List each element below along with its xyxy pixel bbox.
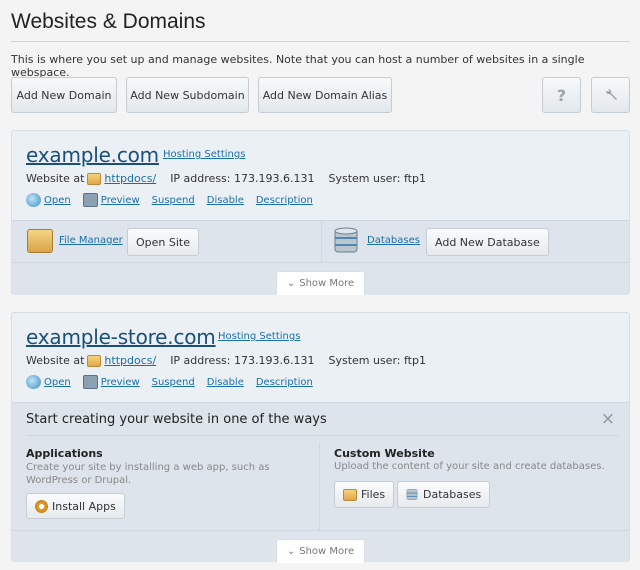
database-icon (334, 227, 358, 253)
preview-link[interactable]: Preview (101, 195, 140, 206)
add-subdomain-button[interactable]: Add New Subdomain (126, 77, 249, 113)
applications-heading: Applications (26, 447, 103, 460)
disable-link[interactable]: Disable (207, 377, 244, 388)
system-user: System user: ftp1 (328, 172, 426, 185)
show-more-bar: ⌄ Show More (12, 262, 629, 295)
settings-button[interactable] (591, 77, 630, 113)
database-icon (406, 489, 418, 500)
divider (319, 443, 320, 530)
databases-link[interactable]: Databases (367, 235, 420, 246)
chevron-down-icon: ⌄ (286, 546, 296, 557)
databases-button[interactable]: Databases (397, 481, 491, 508)
website-at-label: Website at (26, 172, 85, 185)
preview-link[interactable]: Preview (101, 377, 140, 388)
hosting-settings-link[interactable]: Hosting Settings (218, 331, 300, 342)
file-manager-icon (27, 229, 53, 253)
show-more-bar: ⌄ Show More (12, 530, 629, 563)
website-at-label: Website at (26, 354, 85, 367)
help-button[interactable]: ? (542, 77, 581, 113)
file-manager-link[interactable]: File Manager (59, 235, 123, 246)
open-site-button[interactable]: Open Site (127, 228, 199, 256)
open-link[interactable]: Open (44, 195, 71, 206)
open-globe-icon (26, 193, 41, 207)
custom-website-heading: Custom Website (334, 447, 435, 460)
open-link[interactable]: Open (44, 377, 71, 388)
domain-card: example.com Hosting Settings Website at … (11, 130, 630, 295)
open-globe-icon (26, 375, 41, 389)
docroot-link[interactable]: httpdocs/ (104, 354, 156, 367)
start-creating-panel: Start creating your website in one of th… (12, 402, 629, 530)
divider (321, 221, 322, 262)
show-more-label: Show More (299, 546, 355, 557)
databases-label: Databases (423, 488, 482, 501)
page-title: Websites & Domains (11, 10, 206, 33)
divider (11, 41, 630, 42)
add-database-button[interactable]: Add New Database (426, 228, 549, 256)
show-more-button[interactable]: ⌄ Show More (276, 539, 365, 563)
add-domain-alias-button[interactable]: Add New Domain Alias (258, 77, 392, 113)
chevron-down-icon: ⌄ (286, 278, 296, 289)
preview-icon (82, 375, 98, 389)
show-more-label: Show More (299, 278, 355, 289)
ip-address: IP address: 173.193.6.131 (170, 172, 315, 185)
custom-website-description: Upload the content of your site and crea… (334, 461, 605, 472)
description-link[interactable]: Description (256, 377, 313, 388)
show-more-button[interactable]: ⌄ Show More (276, 271, 365, 295)
domain-name-link[interactable]: example.com (26, 143, 159, 167)
domain-card: example-store.com Hosting Settings Websi… (11, 312, 630, 563)
wrench-icon (605, 88, 617, 100)
gear-icon (35, 499, 48, 513)
system-user: System user: ftp1 (328, 354, 426, 367)
start-creating-title: Start creating your website in one of th… (26, 412, 327, 427)
applications-description: Create your site by installing a web app… (26, 462, 270, 486)
disable-link[interactable]: Disable (207, 195, 244, 206)
install-apps-label: Install Apps (52, 499, 116, 513)
preview-icon (82, 193, 98, 207)
add-domain-button[interactable]: Add New Domain (11, 77, 117, 113)
docroot-link[interactable]: httpdocs/ (104, 172, 156, 185)
suspend-link[interactable]: Suspend (152, 377, 195, 388)
help-icon: ? (556, 85, 567, 105)
folder-icon (87, 172, 102, 185)
folder-icon (87, 354, 102, 367)
folder-icon (343, 488, 357, 501)
tools-section: File Manager Open Site Databases Add New… (12, 220, 629, 262)
ip-address: IP address: 173.193.6.131 (170, 354, 315, 367)
divider (26, 435, 619, 436)
files-label: Files (361, 488, 386, 501)
hosting-settings-link[interactable]: Hosting Settings (163, 149, 245, 160)
files-button[interactable]: Files (334, 481, 395, 508)
description-link[interactable]: Description (256, 195, 313, 206)
page-description: This is where you set up and manage webs… (11, 53, 585, 79)
suspend-link[interactable]: Suspend (152, 195, 195, 206)
close-icon[interactable]: × (601, 409, 615, 429)
domain-name-link[interactable]: example-store.com (26, 325, 216, 349)
install-apps-button[interactable]: Install Apps (26, 493, 125, 519)
